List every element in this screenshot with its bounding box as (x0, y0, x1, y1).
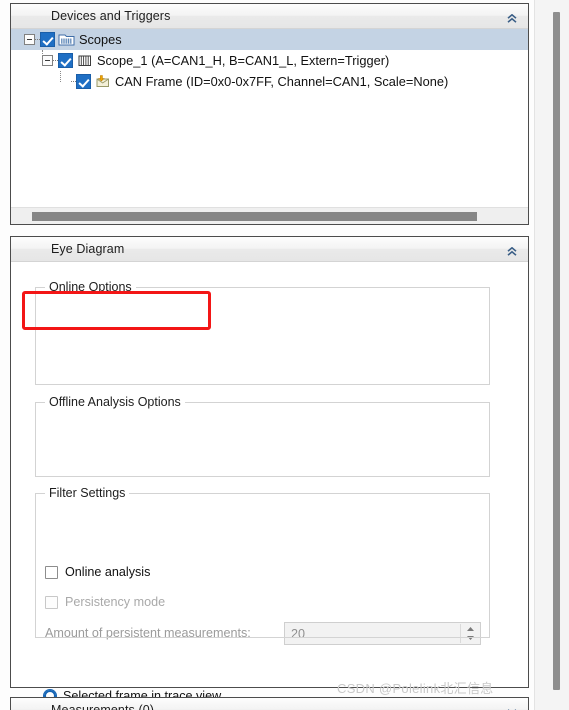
tree-row-label: Scope_1 (A=CAN1_H, B=CAN1_L, Extern=Trig… (97, 53, 390, 68)
offline-analysis-options-group: Offline Analysis Options (35, 395, 490, 477)
scopes-folder-icon (58, 32, 75, 47)
devices-tree-horizontal-scrollbar[interactable] (11, 207, 528, 224)
tree-expander-icon[interactable] (42, 55, 53, 66)
measurements-panel-title: Measurements (0) (51, 703, 155, 710)
online-options-legend: Online Options (45, 280, 136, 294)
tree-row-label: Scopes (79, 32, 122, 47)
tree-checkbox[interactable] (58, 53, 73, 68)
scrollbar-thumb[interactable] (553, 12, 560, 690)
can-frame-icon (94, 74, 111, 89)
scroll-content-area: Devices and Triggers Scopes Scope_1 (A=C… (0, 0, 534, 710)
chevron-double-down-icon[interactable] (502, 701, 520, 710)
page-scrollbar[interactable] (534, 0, 569, 710)
tree-checkbox[interactable] (40, 32, 55, 47)
tree-row-label: CAN Frame (ID=0x0-0x7FF, Channel=CAN1, S… (115, 74, 449, 89)
tree-connector-vertical (42, 50, 43, 60)
eye-diagram-panel-header: Eye Diagram (11, 237, 528, 262)
chevron-double-up-icon[interactable] (502, 240, 520, 258)
devices-panel-header: Devices and Triggers (11, 4, 528, 29)
eye-diagram-body: Online Options Online analysis Persisten… (11, 262, 528, 703)
chevron-double-up-icon[interactable] (502, 7, 520, 25)
measurements-panel-header: Measurements (0) (11, 698, 528, 710)
tree-row[interactable]: Scope_1 (A=CAN1_H, B=CAN1_L, Extern=Trig… (11, 50, 528, 71)
scrollbar-thumb[interactable] (32, 212, 477, 221)
devices-and-triggers-panel: Devices and Triggers Scopes Scope_1 (A=C… (10, 3, 529, 225)
filter-settings-legend: Filter Settings (45, 486, 130, 500)
tree-expander-icon[interactable] (24, 34, 35, 45)
online-options-group: Online Options (35, 280, 490, 385)
eye-diagram-panel-title: Eye Diagram (51, 242, 125, 256)
tree-checkbox[interactable] (76, 74, 91, 89)
tree-row[interactable]: CAN Frame (ID=0x0-0x7FF, Channel=CAN1, S… (11, 71, 528, 92)
eye-diagram-panel: Eye Diagram Online Options Online analys… (10, 236, 529, 703)
scope-grid-icon (76, 53, 93, 68)
application-window: Devices and Triggers Scopes Scope_1 (A=C… (0, 0, 569, 710)
filter-settings-group: Filter Settings (35, 486, 490, 638)
offline-analysis-options-legend: Offline Analysis Options (45, 395, 185, 409)
tree-row[interactable]: Scopes (11, 29, 528, 50)
tree-connector-vertical (60, 71, 61, 82)
devices-panel-title: Devices and Triggers (51, 9, 171, 23)
devices-tree[interactable]: Scopes Scope_1 (A=CAN1_H, B=CAN1_L, Exte… (11, 29, 528, 206)
measurements-panel: Measurements (0) (10, 697, 529, 710)
